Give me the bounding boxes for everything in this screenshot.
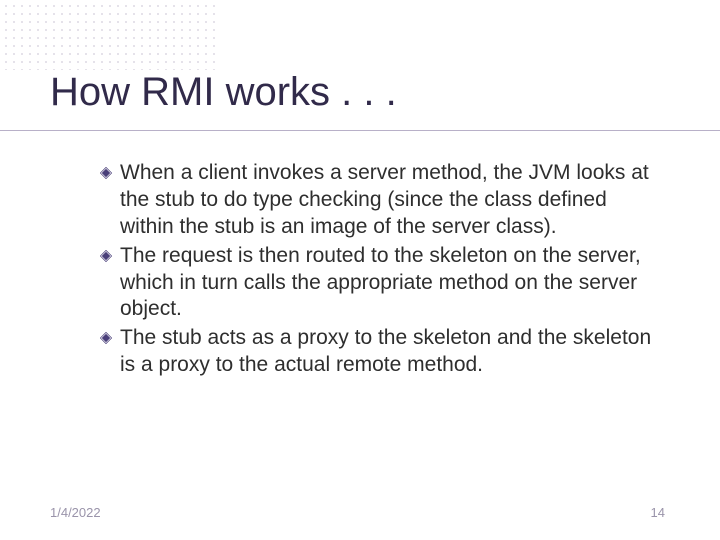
bullet-text: The request is then routed to the skelet… — [120, 243, 660, 324]
footer-page-number: 14 — [651, 505, 665, 520]
bullet-text: The stub acts as a proxy to the skeleton… — [120, 325, 660, 379]
decorative-dot-grid — [0, 0, 220, 70]
diamond-bullet-icon — [100, 250, 112, 262]
list-item: When a client invokes a server method, t… — [100, 160, 660, 241]
diamond-bullet-icon — [100, 167, 112, 179]
list-item: The stub acts as a proxy to the skeleton… — [100, 325, 660, 379]
title-underline — [0, 130, 720, 131]
list-item: The request is then routed to the skelet… — [100, 243, 660, 324]
bullet-text: When a client invokes a server method, t… — [120, 160, 660, 241]
slide-title: How RMI works . . . — [50, 70, 397, 115]
diamond-bullet-icon — [100, 332, 112, 344]
footer-date: 1/4/2022 — [50, 505, 101, 520]
slide-body: When a client invokes a server method, t… — [100, 160, 660, 381]
